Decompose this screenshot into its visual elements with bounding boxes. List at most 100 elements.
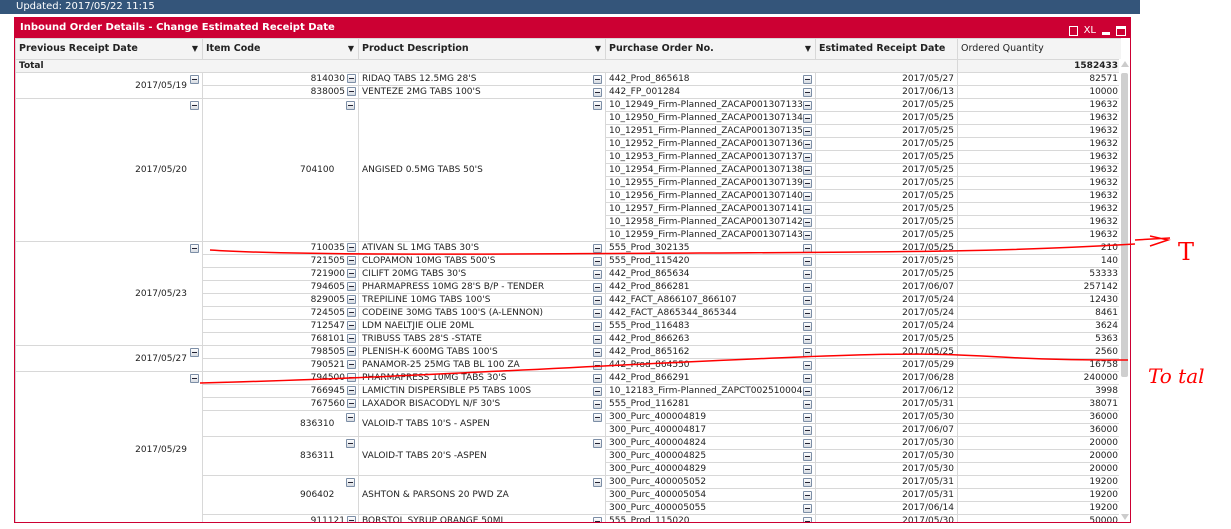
collapse-minus-icon[interactable] bbox=[190, 348, 199, 357]
collapse-minus-icon[interactable] bbox=[347, 74, 356, 83]
collapse-minus-icon[interactable] bbox=[347, 334, 356, 343]
collapse-minus-icon[interactable] bbox=[803, 127, 812, 136]
collapse-minus-icon[interactable] bbox=[346, 439, 355, 448]
column-header-product-description[interactable]: Product Description ▼ bbox=[358, 38, 606, 60]
collapse-minus-icon[interactable] bbox=[593, 478, 602, 487]
collapse-minus-icon[interactable] bbox=[347, 87, 356, 96]
collapse-minus-icon[interactable] bbox=[803, 348, 812, 357]
collapse-minus-icon[interactable] bbox=[593, 439, 602, 448]
collapse-minus-icon[interactable] bbox=[803, 101, 812, 110]
collapse-minus-icon[interactable] bbox=[593, 257, 602, 266]
collapse-minus-icon[interactable] bbox=[803, 387, 812, 396]
collapse-minus-icon[interactable] bbox=[803, 153, 812, 162]
collapse-minus-icon[interactable] bbox=[190, 244, 199, 253]
collapse-minus-icon[interactable] bbox=[803, 192, 812, 201]
collapse-minus-icon[interactable] bbox=[593, 348, 602, 357]
collapse-minus-icon[interactable] bbox=[803, 400, 812, 409]
collapse-minus-icon[interactable] bbox=[346, 101, 355, 110]
collapse-minus-icon[interactable] bbox=[593, 296, 602, 305]
collapse-minus-icon[interactable] bbox=[190, 75, 199, 84]
collapse-minus-icon[interactable] bbox=[803, 322, 812, 331]
column-header-purchase-order-no[interactable]: Purchase Order No. ▼ bbox=[605, 38, 816, 60]
maximize-icon[interactable] bbox=[1116, 25, 1126, 36]
collapse-minus-icon[interactable] bbox=[803, 439, 812, 448]
collapse-minus-icon[interactable] bbox=[803, 504, 812, 513]
collapse-minus-icon[interactable] bbox=[803, 296, 812, 305]
collapse-minus-icon[interactable] bbox=[803, 478, 812, 487]
dropdown-arrow-icon[interactable]: ▼ bbox=[348, 43, 354, 55]
collapse-minus-icon[interactable] bbox=[803, 374, 812, 383]
scrollbar-thumb[interactable] bbox=[1121, 73, 1128, 377]
collapse-minus-icon[interactable] bbox=[593, 270, 602, 279]
collapse-minus-icon[interactable] bbox=[190, 374, 199, 383]
collapse-minus-icon[interactable] bbox=[347, 386, 356, 395]
dropdown-arrow-icon[interactable]: ▼ bbox=[192, 43, 198, 55]
collapse-minus-icon[interactable] bbox=[803, 88, 812, 97]
column-header-item-code[interactable]: Item Code ▼ bbox=[202, 38, 359, 60]
collapse-minus-icon[interactable] bbox=[347, 243, 356, 252]
scroll-down-icon[interactable] bbox=[1121, 514, 1129, 520]
collapse-minus-icon[interactable] bbox=[803, 231, 812, 240]
collapse-minus-icon[interactable] bbox=[593, 374, 602, 383]
collapse-minus-icon[interactable] bbox=[593, 244, 602, 253]
collapse-minus-icon[interactable] bbox=[593, 413, 602, 422]
collapse-minus-icon[interactable] bbox=[593, 361, 602, 370]
collapse-minus-icon[interactable] bbox=[593, 283, 602, 292]
collapse-minus-icon[interactable] bbox=[803, 491, 812, 500]
collapse-minus-icon[interactable] bbox=[347, 373, 356, 382]
collapse-minus-icon[interactable] bbox=[347, 282, 356, 291]
vertical-scrollbar[interactable] bbox=[1119, 59, 1130, 522]
collapse-minus-icon[interactable] bbox=[347, 347, 356, 356]
collapse-minus-icon[interactable] bbox=[347, 516, 356, 522]
collapse-minus-icon[interactable] bbox=[803, 166, 812, 175]
collapse-minus-icon[interactable] bbox=[803, 218, 812, 227]
collapse-minus-icon[interactable] bbox=[803, 270, 812, 279]
collapse-minus-icon[interactable] bbox=[803, 452, 812, 461]
print-icon[interactable] bbox=[1068, 25, 1078, 36]
collapse-minus-icon[interactable] bbox=[347, 360, 356, 369]
collapse-minus-icon[interactable] bbox=[803, 361, 812, 370]
collapse-minus-icon[interactable] bbox=[803, 114, 812, 123]
collapse-minus-icon[interactable] bbox=[347, 269, 356, 278]
collapse-minus-icon[interactable] bbox=[593, 75, 602, 84]
collapse-minus-icon[interactable] bbox=[593, 101, 602, 110]
estimated-receipt-date: 2017/05/25 bbox=[815, 150, 958, 164]
column-header-ordered-quantity[interactable]: Ordered Quantity bbox=[957, 38, 1121, 60]
collapse-minus-icon[interactable] bbox=[803, 205, 812, 214]
collapse-minus-icon[interactable] bbox=[347, 308, 356, 317]
collapse-minus-icon[interactable] bbox=[803, 517, 812, 522]
purchase-order-no: 300_Purc_400004817 bbox=[609, 425, 707, 435]
collapse-minus-icon[interactable] bbox=[803, 244, 812, 253]
collapse-minus-icon[interactable] bbox=[803, 140, 812, 149]
collapse-minus-icon[interactable] bbox=[347, 399, 356, 408]
collapse-minus-icon[interactable] bbox=[347, 256, 356, 265]
collapse-minus-icon[interactable] bbox=[593, 387, 602, 396]
collapse-minus-icon[interactable] bbox=[593, 400, 602, 409]
header-label: Ordered Quantity bbox=[961, 43, 1044, 54]
collapse-minus-icon[interactable] bbox=[803, 179, 812, 188]
scroll-up-icon[interactable] bbox=[1121, 61, 1129, 67]
collapse-minus-icon[interactable] bbox=[347, 321, 356, 330]
collapse-minus-icon[interactable] bbox=[803, 283, 812, 292]
collapse-minus-icon[interactable] bbox=[803, 257, 812, 266]
collapse-minus-icon[interactable] bbox=[593, 88, 602, 97]
collapse-minus-icon[interactable] bbox=[593, 322, 602, 331]
column-header-previous-receipt-date[interactable]: Previous Receipt Date ▼ bbox=[15, 38, 203, 60]
collapse-minus-icon[interactable] bbox=[803, 335, 812, 344]
collapse-minus-icon[interactable] bbox=[347, 295, 356, 304]
collapse-minus-icon[interactable] bbox=[346, 478, 355, 487]
column-header-estimated-receipt-date[interactable]: Estimated Receipt Date bbox=[815, 38, 958, 60]
collapse-minus-icon[interactable] bbox=[190, 101, 199, 110]
collapse-minus-icon[interactable] bbox=[593, 309, 602, 318]
dropdown-arrow-icon[interactable]: ▼ bbox=[595, 43, 601, 55]
minimize-icon[interactable] bbox=[1102, 32, 1110, 35]
collapse-minus-icon[interactable] bbox=[593, 517, 602, 522]
collapse-minus-icon[interactable] bbox=[346, 413, 355, 422]
collapse-minus-icon[interactable] bbox=[803, 75, 812, 84]
collapse-minus-icon[interactable] bbox=[803, 413, 812, 422]
collapse-minus-icon[interactable] bbox=[593, 335, 602, 344]
collapse-minus-icon[interactable] bbox=[803, 426, 812, 435]
collapse-minus-icon[interactable] bbox=[803, 309, 812, 318]
dropdown-arrow-icon[interactable]: ▼ bbox=[805, 43, 811, 55]
collapse-minus-icon[interactable] bbox=[803, 465, 812, 474]
